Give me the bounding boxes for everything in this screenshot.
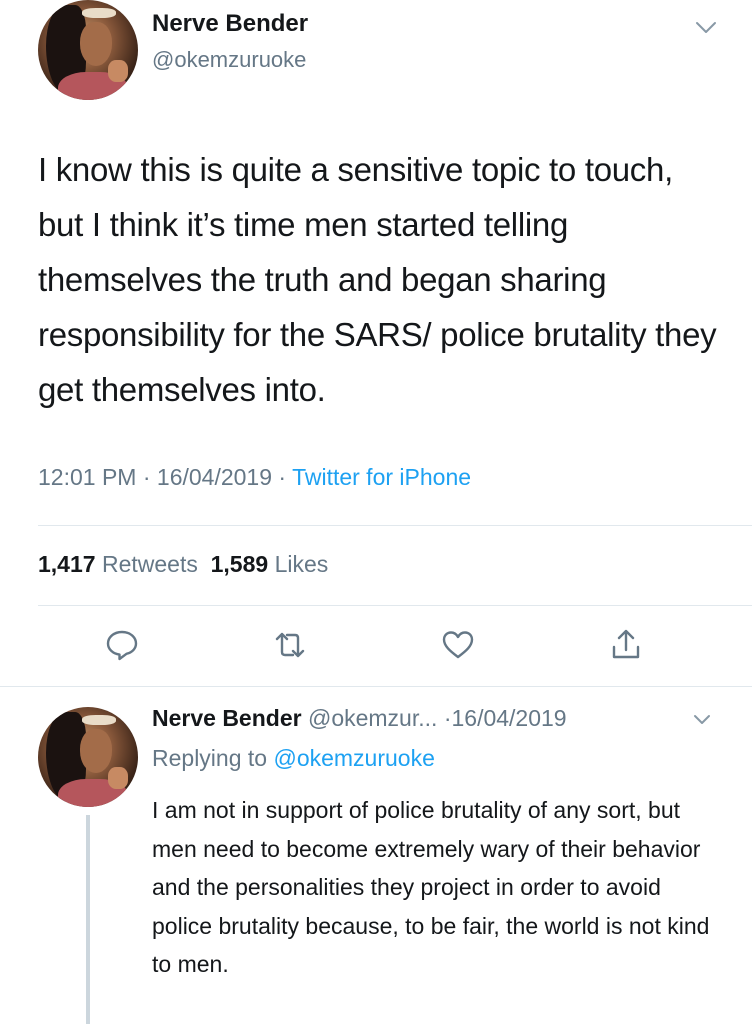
reply-icon[interactable]: [105, 628, 139, 662]
share-icon[interactable]: [609, 628, 643, 662]
meta-separator: ·: [142, 464, 157, 490]
reply-author-name[interactable]: Nerve Bender: [152, 705, 302, 731]
reply-header: Nerve Bender @okemzur... ·16/04/2019: [152, 705, 567, 732]
divider: [38, 525, 752, 526]
tweet-date: 16/04/2019: [156, 464, 273, 490]
chevron-down-icon[interactable]: [694, 20, 718, 36]
reply-date[interactable]: 16/04/2019: [451, 705, 566, 731]
replying-to-handle-link[interactable]: @okemzuruoke: [273, 745, 434, 771]
likes-stat[interactable]: 1,589 Likes: [211, 551, 329, 577]
tweet-meta: 12:01 PM · 16/04/2019 · Twitter for iPho…: [38, 464, 471, 491]
main-tweet: Nerve Bender @okemzuruoke I know this is…: [0, 0, 752, 686]
retweets-label: Retweets: [101, 551, 198, 577]
reply-author-avatar[interactable]: [38, 707, 138, 807]
replying-to: Replying to @okemzuruoke: [152, 745, 435, 772]
likes-count: 1,589: [210, 551, 269, 577]
author-handle[interactable]: @okemzuruoke: [152, 47, 306, 73]
tweet-time: 12:01 PM: [38, 464, 137, 490]
tweet-text: I know this is quite a sensitive topic t…: [38, 151, 717, 408]
reply-text: I am not in support of police brutality …: [152, 797, 710, 977]
meta-separator: ·: [278, 464, 293, 490]
author-name[interactable]: Nerve Bender: [152, 10, 308, 38]
thread-line: [86, 815, 90, 1024]
chevron-down-icon[interactable]: [692, 713, 712, 727]
likes-label: Likes: [274, 551, 329, 577]
reply-tweet[interactable]: Nerve Bender @okemzur... ·16/04/2019 Rep…: [0, 687, 752, 1024]
tweet-source-link[interactable]: Twitter for iPhone: [292, 464, 471, 490]
replying-prefix: Replying to: [152, 745, 268, 771]
retweets-count: 1,417: [38, 551, 96, 577]
divider: [38, 605, 752, 606]
retweets-stat[interactable]: 1,417 Retweets: [38, 551, 198, 577]
like-icon[interactable]: [441, 628, 475, 662]
action-bar: [0, 620, 752, 670]
tweet-stats: 1,417 Retweets 1,589 Likes: [38, 551, 328, 578]
retweet-icon[interactable]: [273, 628, 307, 662]
reply-author-handle[interactable]: @okemzur...: [308, 705, 437, 731]
author-avatar[interactable]: [38, 0, 138, 100]
